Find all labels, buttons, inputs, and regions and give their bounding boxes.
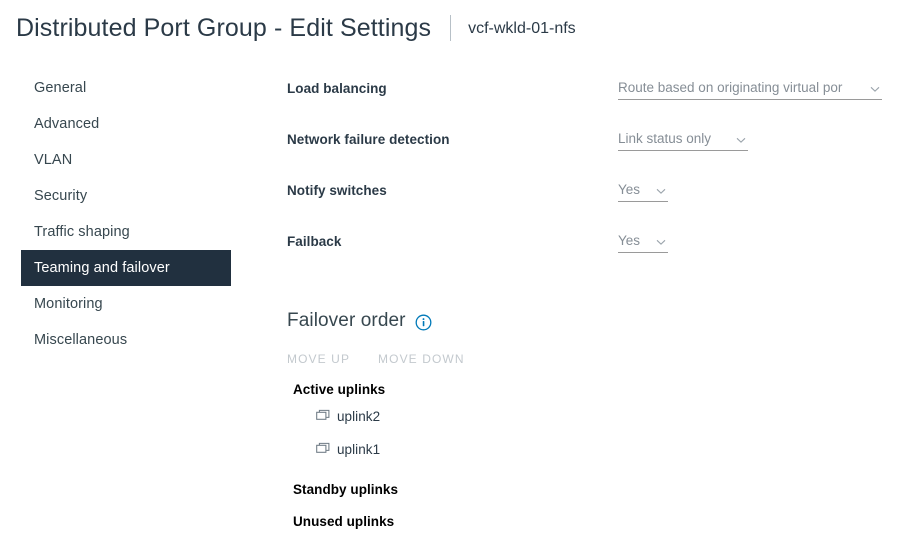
move-up-button[interactable]: MOVE UP	[287, 352, 350, 366]
notify-switches-select[interactable]: Yes	[618, 178, 668, 202]
sidebar-item-label: VLAN	[34, 152, 72, 168]
sidebar-item-advanced[interactable]: Advanced	[21, 106, 231, 142]
teaming-failover-form: Load balancing Route based on originatin…	[287, 70, 887, 274]
list-item[interactable]: uplink2	[316, 400, 887, 433]
load-balancing-select-wrap: Route based on originating virtual por	[618, 70, 882, 100]
load-balancing-value: Route based on originating virtual por	[618, 80, 863, 95]
failover-order-header: Failover order	[287, 308, 887, 334]
dialog-header: Distributed Port Group - Edit Settings v…	[0, 0, 906, 56]
nic-adapter-icon	[316, 442, 332, 458]
load-balancing-label: Load balancing	[287, 70, 618, 96]
settings-sidebar: General Advanced VLAN Security Traffic s…	[21, 70, 231, 358]
page-title: Distributed Port Group - Edit Settings	[16, 14, 431, 43]
group-title: Standby uplinks	[293, 480, 887, 500]
sidebar-item-label: Traffic shaping	[34, 224, 130, 240]
list-item[interactable]: uplink1	[316, 433, 887, 466]
sidebar-item-label: Teaming and failover	[34, 260, 170, 276]
group-active-uplinks: Active uplinks uplink2	[287, 380, 887, 466]
sidebar-item-label: Security	[34, 188, 87, 204]
row-failback: Failback Yes	[287, 223, 887, 274]
group-unused-uplinks: Unused uplinks	[287, 512, 887, 532]
uplink-groups: Active uplinks uplink2	[287, 380, 887, 532]
chevron-down-icon	[654, 235, 668, 249]
sidebar-item-vlan[interactable]: VLAN	[21, 142, 231, 178]
row-load-balancing: Load balancing Route based on originatin…	[287, 70, 887, 121]
sidebar-item-miscellaneous[interactable]: Miscellaneous	[21, 322, 231, 358]
failback-select[interactable]: Yes	[618, 229, 668, 253]
notify-switches-select-wrap: Yes	[618, 172, 668, 202]
failback-label: Failback	[287, 223, 618, 249]
nic-adapter-icon	[316, 409, 332, 425]
load-balancing-select[interactable]: Route based on originating virtual por	[618, 76, 882, 100]
failback-value: Yes	[618, 233, 649, 248]
sidebar-item-teaming-and-failover[interactable]: Teaming and failover	[21, 250, 231, 286]
network-failure-detection-select-wrap: Link status only	[618, 121, 748, 151]
group-title: Active uplinks	[293, 380, 887, 400]
network-failure-detection-label: Network failure detection	[287, 121, 618, 147]
failover-order-section: Failover order MOVE UP MOVE DOWN Active …	[287, 308, 887, 532]
group-standby-uplinks: Standby uplinks	[287, 480, 887, 500]
uplink-name: uplink1	[337, 442, 380, 457]
row-network-failure-detection: Network failure detection Link status on…	[287, 121, 887, 172]
notify-switches-label: Notify switches	[287, 172, 618, 198]
sidebar-item-monitoring[interactable]: Monitoring	[21, 286, 231, 322]
sidebar-item-traffic-shaping[interactable]: Traffic shaping	[21, 214, 231, 250]
failback-select-wrap: Yes	[618, 223, 668, 253]
sidebar-item-label: Miscellaneous	[34, 332, 127, 348]
sidebar-item-general[interactable]: General	[21, 70, 231, 106]
notify-switches-value: Yes	[618, 182, 649, 197]
move-down-button[interactable]: MOVE DOWN	[378, 352, 465, 366]
uplink-name: uplink2	[337, 409, 380, 424]
failover-order-toolbar: MOVE UP MOVE DOWN	[287, 351, 887, 367]
row-notify-switches: Notify switches Yes	[287, 172, 887, 223]
edit-settings-dialog: Distributed Port Group - Edit Settings v…	[0, 0, 906, 550]
chevron-down-icon	[654, 184, 668, 198]
portgroup-name: vcf-wkld-01-nfs	[468, 20, 576, 38]
network-failure-detection-select[interactable]: Link status only	[618, 127, 748, 151]
sidebar-item-security[interactable]: Security	[21, 178, 231, 214]
sidebar-item-label: General	[34, 80, 86, 96]
failover-order-title: Failover order	[287, 310, 406, 332]
title-divider	[450, 15, 451, 41]
sidebar-item-label: Advanced	[34, 116, 99, 132]
sidebar-item-label: Monitoring	[34, 296, 103, 312]
network-failure-detection-value: Link status only	[618, 131, 729, 146]
chevron-down-icon	[868, 82, 882, 96]
chevron-down-icon	[734, 133, 748, 147]
info-circle-icon[interactable]	[415, 314, 432, 331]
group-title: Unused uplinks	[293, 512, 887, 532]
